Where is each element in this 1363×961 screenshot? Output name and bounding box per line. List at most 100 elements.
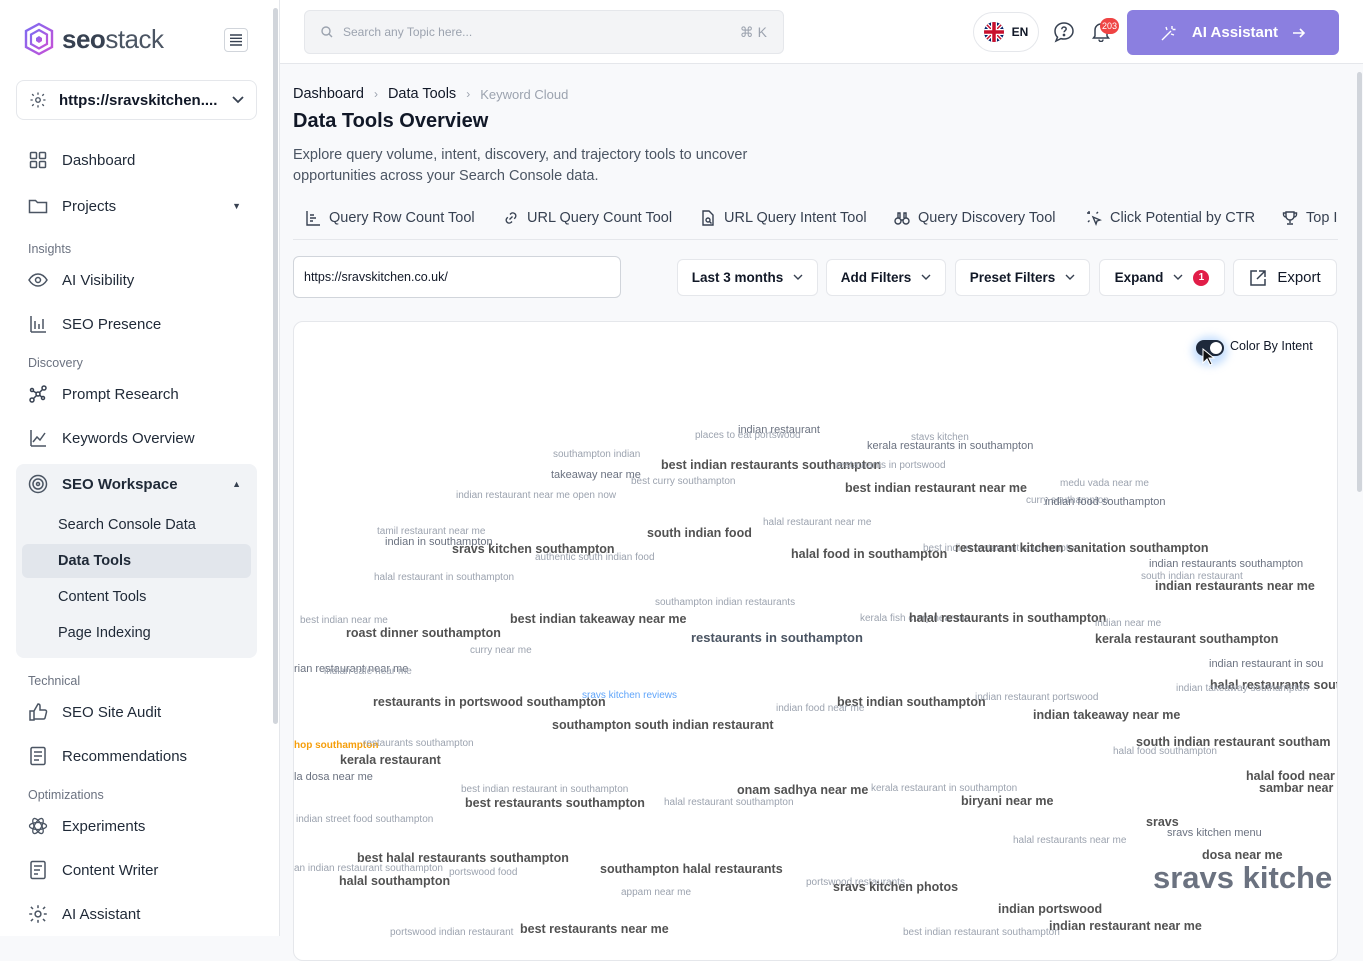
word-cloud-term[interactable]: sravs kitchen photos [833,881,958,894]
sidebar-subitem-content-tools[interactable]: Content Tools [22,580,251,614]
word-cloud-term[interactable]: southampton indian restaurants [655,598,795,608]
main-scrollbar[interactable] [1357,72,1362,492]
word-cloud-term[interactable]: indian restaurant near me [1049,920,1202,933]
word-cloud-term[interactable]: an indian restaurant southampton [294,864,443,874]
sidebar-toggle-button[interactable] [224,28,248,52]
tab-query-discovery[interactable]: Query Discovery Tool [894,210,1056,226]
preset-filters-button[interactable]: Preset Filters [955,259,1090,296]
word-cloud-term[interactable]: portswood indian restaurant [390,928,513,938]
word-cloud-term[interactable]: indian restaurant in sou [1209,659,1323,670]
word-cloud-term[interactable]: best indian near me [300,616,388,626]
word-cloud-term[interactable]: restaurants southampton [363,739,474,749]
word-cloud-term[interactable]: restaurants in southampton [691,631,863,644]
word-cloud-term[interactable]: indian food near me [776,704,864,714]
sidebar-item-prompt-research[interactable]: Prompt Research [16,374,257,414]
sidebar-item-seo-workspace[interactable]: SEO Workspace ▲ [16,464,257,504]
sidebar-item-content-writer[interactable]: Content Writer [16,850,257,890]
word-cloud-term[interactable]: appam near me [621,888,691,898]
word-cloud-term[interactable]: halal restaurants near me [1013,836,1126,846]
word-cloud-term[interactable]: best indian restaurant southampton [903,928,1060,938]
word-cloud-term[interactable]: halal restaurants in southampton [909,612,1106,625]
sidebar-scrollbar[interactable] [273,8,278,724]
date-range-select[interactable]: Last 3 months [677,259,818,296]
word-cloud-term[interactable]: medu vada near me [1060,479,1149,489]
url-field[interactable] [293,256,621,298]
word-cloud-term[interactable]: restaurants in portswood [836,461,946,471]
word-cloud-term[interactable]: kerala restaurant in southampton [871,784,1017,794]
word-cloud-term[interactable]: best curry southampton [631,477,736,487]
word-cloud-term[interactable]: onam sadhya near me [737,784,868,797]
sidebar-item-ai-assistant[interactable]: AI Assistant [16,894,257,934]
word-cloud-term[interactable]: curry near me [470,646,532,656]
sidebar-item-experiments[interactable]: Experiments [16,806,257,846]
sidebar-item-ai-visibility[interactable]: AI Visibility [16,260,257,300]
word-cloud-term[interactable]: best restaurants southampton [465,797,645,810]
word-cloud-term[interactable]: halal restaurant near me [763,518,871,528]
word-cloud-term[interactable]: halal food southampton [1113,747,1217,757]
sidebar-subitem-search-console-data[interactable]: Search Console Data [22,508,251,542]
word-cloud-term[interactable]: indian restaurants near me [1155,580,1315,593]
word-cloud-term[interactable]: biryani near me [961,795,1053,808]
word-cloud-term[interactable]: southampton indian [553,450,640,460]
word-cloud-term[interactable]: indian restaurants southampton [1149,559,1303,570]
word-cloud-term[interactable]: indian cafe near me [324,667,412,677]
word-cloud-term[interactable]: best indian takeaway near me [510,613,686,626]
language-selector[interactable]: EN [973,12,1039,52]
word-cloud-term[interactable]: takeaway near me [551,470,641,481]
sidebar-item-recommendations[interactable]: Recommendations [16,736,257,776]
word-cloud-term[interactable]: best restaurants near me [520,923,669,936]
word-cloud-term[interactable]: indian street food southampton [296,815,433,825]
site-selector[interactable]: https://sravskitchen.... [16,80,257,120]
breadcrumb-data-tools[interactable]: Data Tools [388,86,456,102]
tab-top[interactable]: Top I [1282,210,1337,226]
word-cloud-term[interactable]: restaurants in portswood southampton [373,696,606,709]
search-input[interactable]: Search any Topic here... ⌘ K [304,10,784,54]
word-cloud-term[interactable]: indian restaurant portswood [975,693,1098,703]
help-icon[interactable] [1053,21,1075,43]
word-cloud-term[interactable]: halal restaurant in southampton [374,573,514,583]
word-cloud-term[interactable]: sravs kitche [1153,862,1332,893]
tab-query-row-count[interactable]: Query Row Count Tool [305,210,475,226]
word-cloud-term[interactable]: sravs kitchen menu [1167,828,1262,839]
word-cloud-term[interactable]: roast dinner southampton [346,627,501,640]
word-cloud-term[interactable]: indian takeaway near me [1033,709,1180,722]
word-cloud-term[interactable]: indian takeaway southampton [1176,684,1308,694]
word-cloud-term[interactable]: la dosa near me [294,772,373,783]
sidebar-item-dashboard[interactable]: Dashboard [16,140,257,180]
tab-url-query-count[interactable]: URL Query Count Tool [503,210,672,226]
ai-assistant-button[interactable]: AI Assistant [1127,10,1339,55]
sidebar-item-seo-presence[interactable]: SEO Presence [16,304,257,344]
add-filters-button[interactable]: Add Filters [826,259,946,296]
sidebar-item-seo-site-audit[interactable]: SEO Site Audit [16,692,257,732]
expand-button[interactable]: Expand 1 [1099,259,1225,296]
word-cloud-term[interactable]: best indian restaurant near me [845,482,1027,495]
word-cloud-term[interactable]: indian near me [1095,619,1161,629]
word-cloud-term[interactable]: kerala restaurants in southampton [867,441,1033,452]
word-cloud-term[interactable]: indian portswood [998,903,1102,916]
word-cloud-term[interactable]: southampton south indian restaurant [552,719,774,732]
word-cloud-term[interactable]: halal restaurant southampton [664,798,794,808]
word-cloud-term[interactable]: restaurant kitchen sanitation southampto… [955,542,1209,555]
breadcrumb-dashboard[interactable]: Dashboard [293,86,364,102]
word-cloud-term[interactable]: authentic south indian food [535,553,655,563]
word-cloud-term[interactable]: portswood food [449,868,517,878]
sidebar-subitem-data-tools[interactable]: Data Tools [22,544,251,578]
word-cloud-term[interactable]: halal southampton [339,875,450,888]
word-cloud-term[interactable]: places to eat portswood [695,431,801,441]
word-cloud-term[interactable]: kerala restaurant southampton [1095,633,1278,646]
word-cloud-term[interactable]: indian restaurant near me open now [456,491,616,501]
sidebar-subitem-page-indexing[interactable]: Page Indexing [22,616,251,650]
tab-url-query-intent[interactable]: URL Query Intent Tool [700,210,867,226]
tab-click-potential[interactable]: Click Potential by CTR [1086,210,1255,226]
export-button[interactable]: Export [1233,259,1337,296]
word-cloud-term[interactable]: indian food southampton [1045,497,1165,508]
word-cloud-term[interactable]: southampton halal restaurants [600,863,783,876]
word-cloud-term[interactable]: kerala restaurant [340,754,441,767]
sidebar-item-keywords-overview[interactable]: Keywords Overview [16,418,257,458]
thumbs-up-icon [28,702,48,722]
word-cloud-term[interactable]: south indian food [647,527,752,540]
word-cloud-term[interactable]: sambar near [1259,782,1333,795]
word-cloud-term[interactable]: best indian restaurant in southampton [461,785,628,795]
sidebar-item-projects[interactable]: Projects ▼ [16,186,257,226]
logo[interactable]: seostack [24,22,164,56]
